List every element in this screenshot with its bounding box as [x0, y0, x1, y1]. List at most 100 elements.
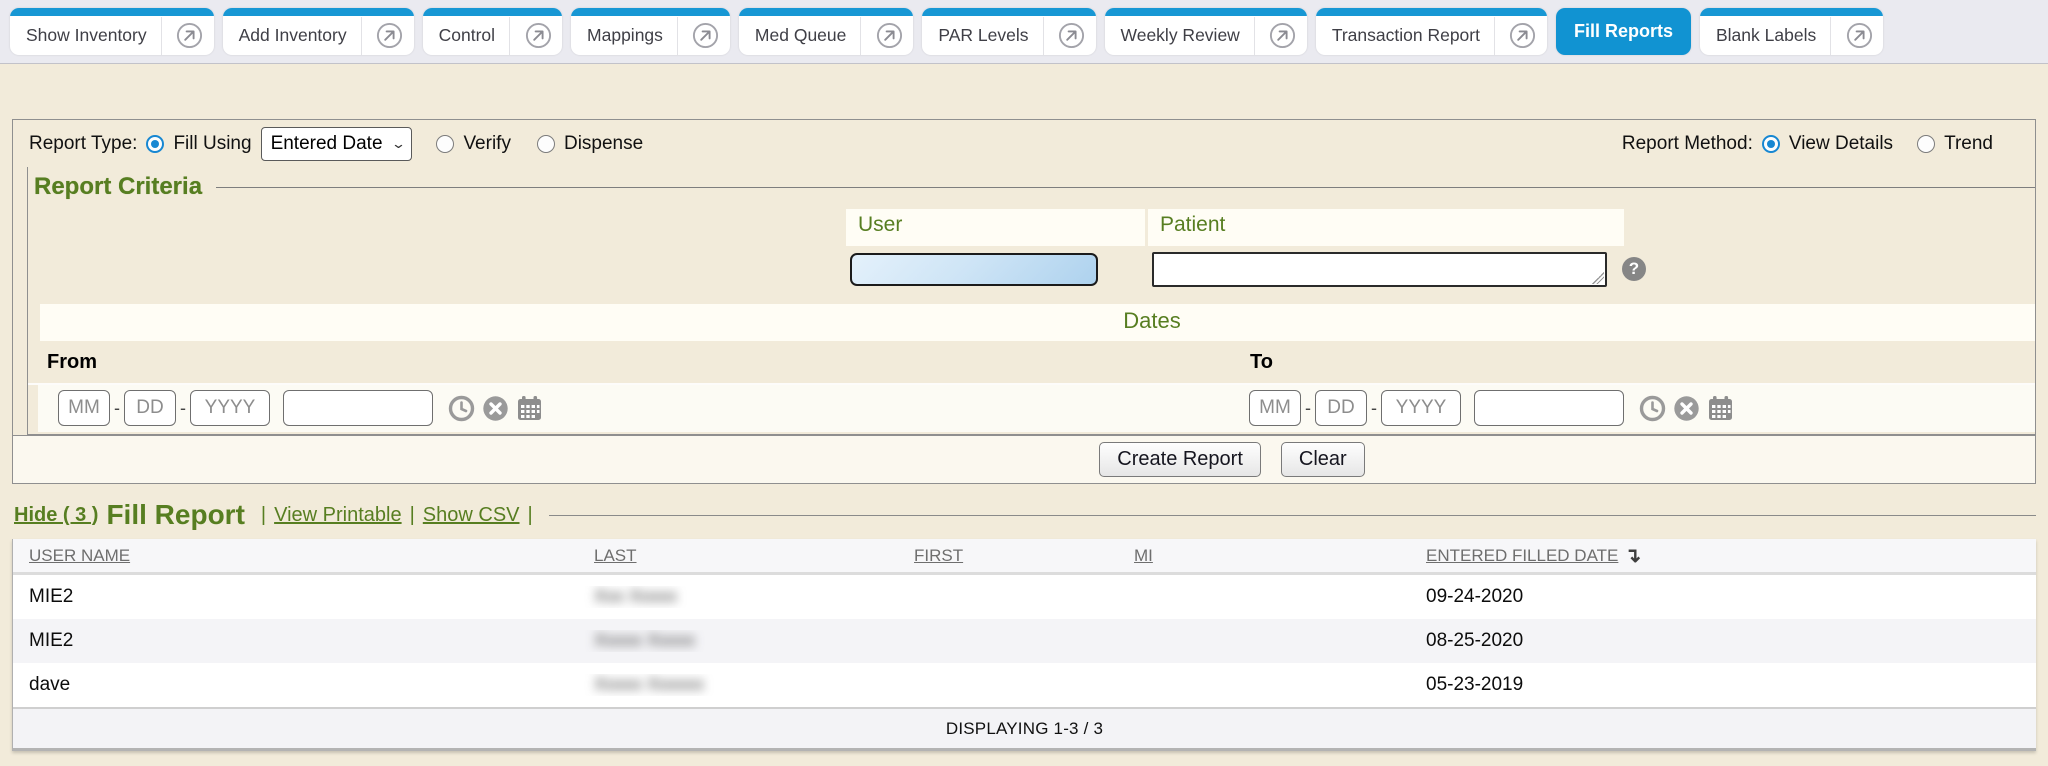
cell-user-name-value: dave — [29, 674, 70, 695]
clock-icon[interactable] — [448, 395, 475, 422]
dispense-label: Dispense — [564, 133, 643, 155]
fill-report-title: Fill Report — [106, 499, 244, 531]
tab-label: Weekly Review — [1121, 25, 1240, 46]
to-day-input[interactable] — [1315, 390, 1367, 426]
from-date-icons — [448, 395, 543, 422]
tab-med-queue[interactable]: Med Queue — [739, 8, 913, 55]
tab-accent-bar — [571, 8, 730, 16]
open-in-new-window-icon[interactable] — [370, 22, 410, 49]
tab-accent-bar — [423, 8, 562, 16]
cell-user-name-value: MIE2 — [29, 586, 73, 607]
tab-divider — [1494, 17, 1495, 55]
tab-blank-labels[interactable]: Blank Labels — [1700, 8, 1883, 55]
tab-label: Fill Reports — [1574, 21, 1673, 42]
open-in-new-window-icon[interactable] — [518, 22, 558, 49]
open-in-new-window-icon[interactable] — [170, 22, 210, 49]
help-icon[interactable]: ? — [1622, 257, 1646, 281]
from-day-input[interactable] — [124, 390, 176, 426]
open-in-new-window-icon[interactable] — [686, 22, 726, 49]
column-header-label: LAST — [594, 546, 637, 566]
tab-divider — [677, 17, 678, 55]
open-in-new-window-icon[interactable] — [1263, 22, 1303, 49]
tab-accent-bar — [739, 8, 913, 16]
clear-date-icon[interactable] — [1673, 395, 1700, 422]
patient-input[interactable] — [1152, 252, 1607, 287]
fill-using-radio[interactable] — [146, 135, 164, 153]
tab-divider — [509, 17, 510, 55]
report-type-row: Report Type: Fill Using Entered Date ⌄ V… — [13, 120, 2035, 167]
cell-user-name-value: MIE2 — [29, 630, 73, 651]
open-in-new-window-icon[interactable] — [869, 22, 909, 49]
from-date-text-input[interactable] — [283, 390, 433, 426]
separator: | — [261, 504, 266, 527]
to-date-text-input[interactable] — [1474, 390, 1624, 426]
cell-entered-filled-date-value: 09-24-2020 — [1426, 586, 1523, 607]
tab-accent-bar — [1105, 8, 1307, 16]
tab-add-inventory[interactable]: Add Inventory — [223, 8, 414, 55]
column-header-entered-filled-date[interactable]: ENTERED FILLED DATE↴ — [1410, 543, 2036, 568]
tab-label: Transaction Report — [1332, 25, 1480, 46]
to-year-input[interactable] — [1381, 390, 1461, 426]
show-csv-link[interactable]: Show CSV — [423, 504, 520, 527]
user-column-label: User — [846, 209, 1148, 246]
cell-entered-filled-date: 05-23-2019 — [1410, 674, 2036, 696]
calendar-icon[interactable] — [516, 395, 543, 422]
hide-link[interactable]: Hide ( 3 ) — [14, 504, 98, 527]
date-inputs-strip: - - — [38, 385, 2035, 432]
tab-label: Control — [439, 25, 495, 46]
date-dash: - — [1371, 398, 1377, 419]
dispense-radio[interactable] — [537, 135, 555, 153]
clock-icon[interactable] — [1639, 395, 1666, 422]
clear-button[interactable]: Clear — [1281, 442, 1365, 477]
from-year-input[interactable] — [190, 390, 270, 426]
open-in-new-window-icon[interactable] — [1503, 22, 1543, 49]
trend-radio[interactable] — [1917, 135, 1935, 153]
cell-last-name-redacted-value: Xxxxx Xxxxx — [594, 630, 695, 650]
open-in-new-window-icon[interactable] — [1839, 22, 1879, 49]
column-header-mi[interactable]: MI — [1118, 546, 1410, 566]
calendar-icon[interactable] — [1707, 395, 1734, 422]
to-month-input[interactable] — [1249, 390, 1301, 426]
verify-label: Verify — [463, 133, 511, 155]
column-header-last[interactable]: LAST — [578, 546, 898, 566]
fill-using-select[interactable]: Entered Date ⌄ — [261, 127, 413, 161]
view-printable-link[interactable]: View Printable — [274, 504, 401, 527]
column-header-first[interactable]: FIRST — [898, 546, 1118, 566]
resize-grip-icon[interactable] — [1592, 272, 1604, 284]
to-date-icons — [1639, 395, 1734, 422]
column-header-label: USER NAME — [29, 546, 130, 566]
module-tab-bar: Show InventoryAdd Inventory Control Mappin… — [0, 0, 2048, 64]
displaying-count: DISPLAYING 1-3 / 3 — [946, 719, 1103, 739]
column-header-user-name[interactable]: USER NAME — [13, 546, 578, 566]
tab-transaction-report[interactable]: Transaction Report — [1316, 8, 1547, 55]
tab-fill-reports[interactable]: Fill Reports — [1556, 8, 1691, 55]
verify-radio[interactable] — [436, 135, 454, 153]
cell-entered-filled-date-value: 05-23-2019 — [1426, 674, 1523, 695]
open-in-new-window-icon[interactable] — [1052, 22, 1092, 49]
clear-date-icon[interactable] — [482, 395, 509, 422]
tab-show-inventory[interactable]: Show Inventory — [10, 8, 214, 55]
fill-reports-page: Show InventoryAdd Inventory Control Mappin… — [0, 0, 2048, 766]
tab-accent-bar — [922, 8, 1095, 16]
view-details-radio[interactable] — [1762, 135, 1780, 153]
from-month-input[interactable] — [58, 390, 110, 426]
tab-par-levels[interactable]: PAR Levels — [922, 8, 1095, 55]
form-actions-band: Create Report Clear — [13, 435, 2035, 483]
tab-mappings[interactable]: Mappings — [571, 8, 730, 55]
from-date-group: - - — [58, 390, 543, 426]
tab-accent-bar — [1316, 8, 1547, 16]
dates-section-label: Dates — [1123, 308, 1180, 334]
tab-weekly-review[interactable]: Weekly Review — [1105, 8, 1307, 55]
user-input[interactable] — [850, 253, 1098, 286]
date-dash: - — [1305, 398, 1311, 419]
column-header-label: ENTERED FILLED DATE — [1426, 546, 1618, 566]
patient-column-label: Patient — [1148, 209, 1225, 246]
tab-control[interactable]: Control — [423, 8, 562, 55]
tab-accent-bar — [10, 8, 214, 16]
cell-entered-filled-date: 08-25-2020 — [1410, 630, 2036, 652]
table-row: daveXxxxx Xxxxxx05-23-2019 — [13, 663, 2036, 707]
create-report-button[interactable]: Create Report — [1099, 442, 1261, 477]
table-footer: DISPLAYING 1-3 / 3 — [13, 707, 2036, 748]
tab-divider — [361, 17, 362, 55]
tab-divider — [1254, 17, 1255, 55]
